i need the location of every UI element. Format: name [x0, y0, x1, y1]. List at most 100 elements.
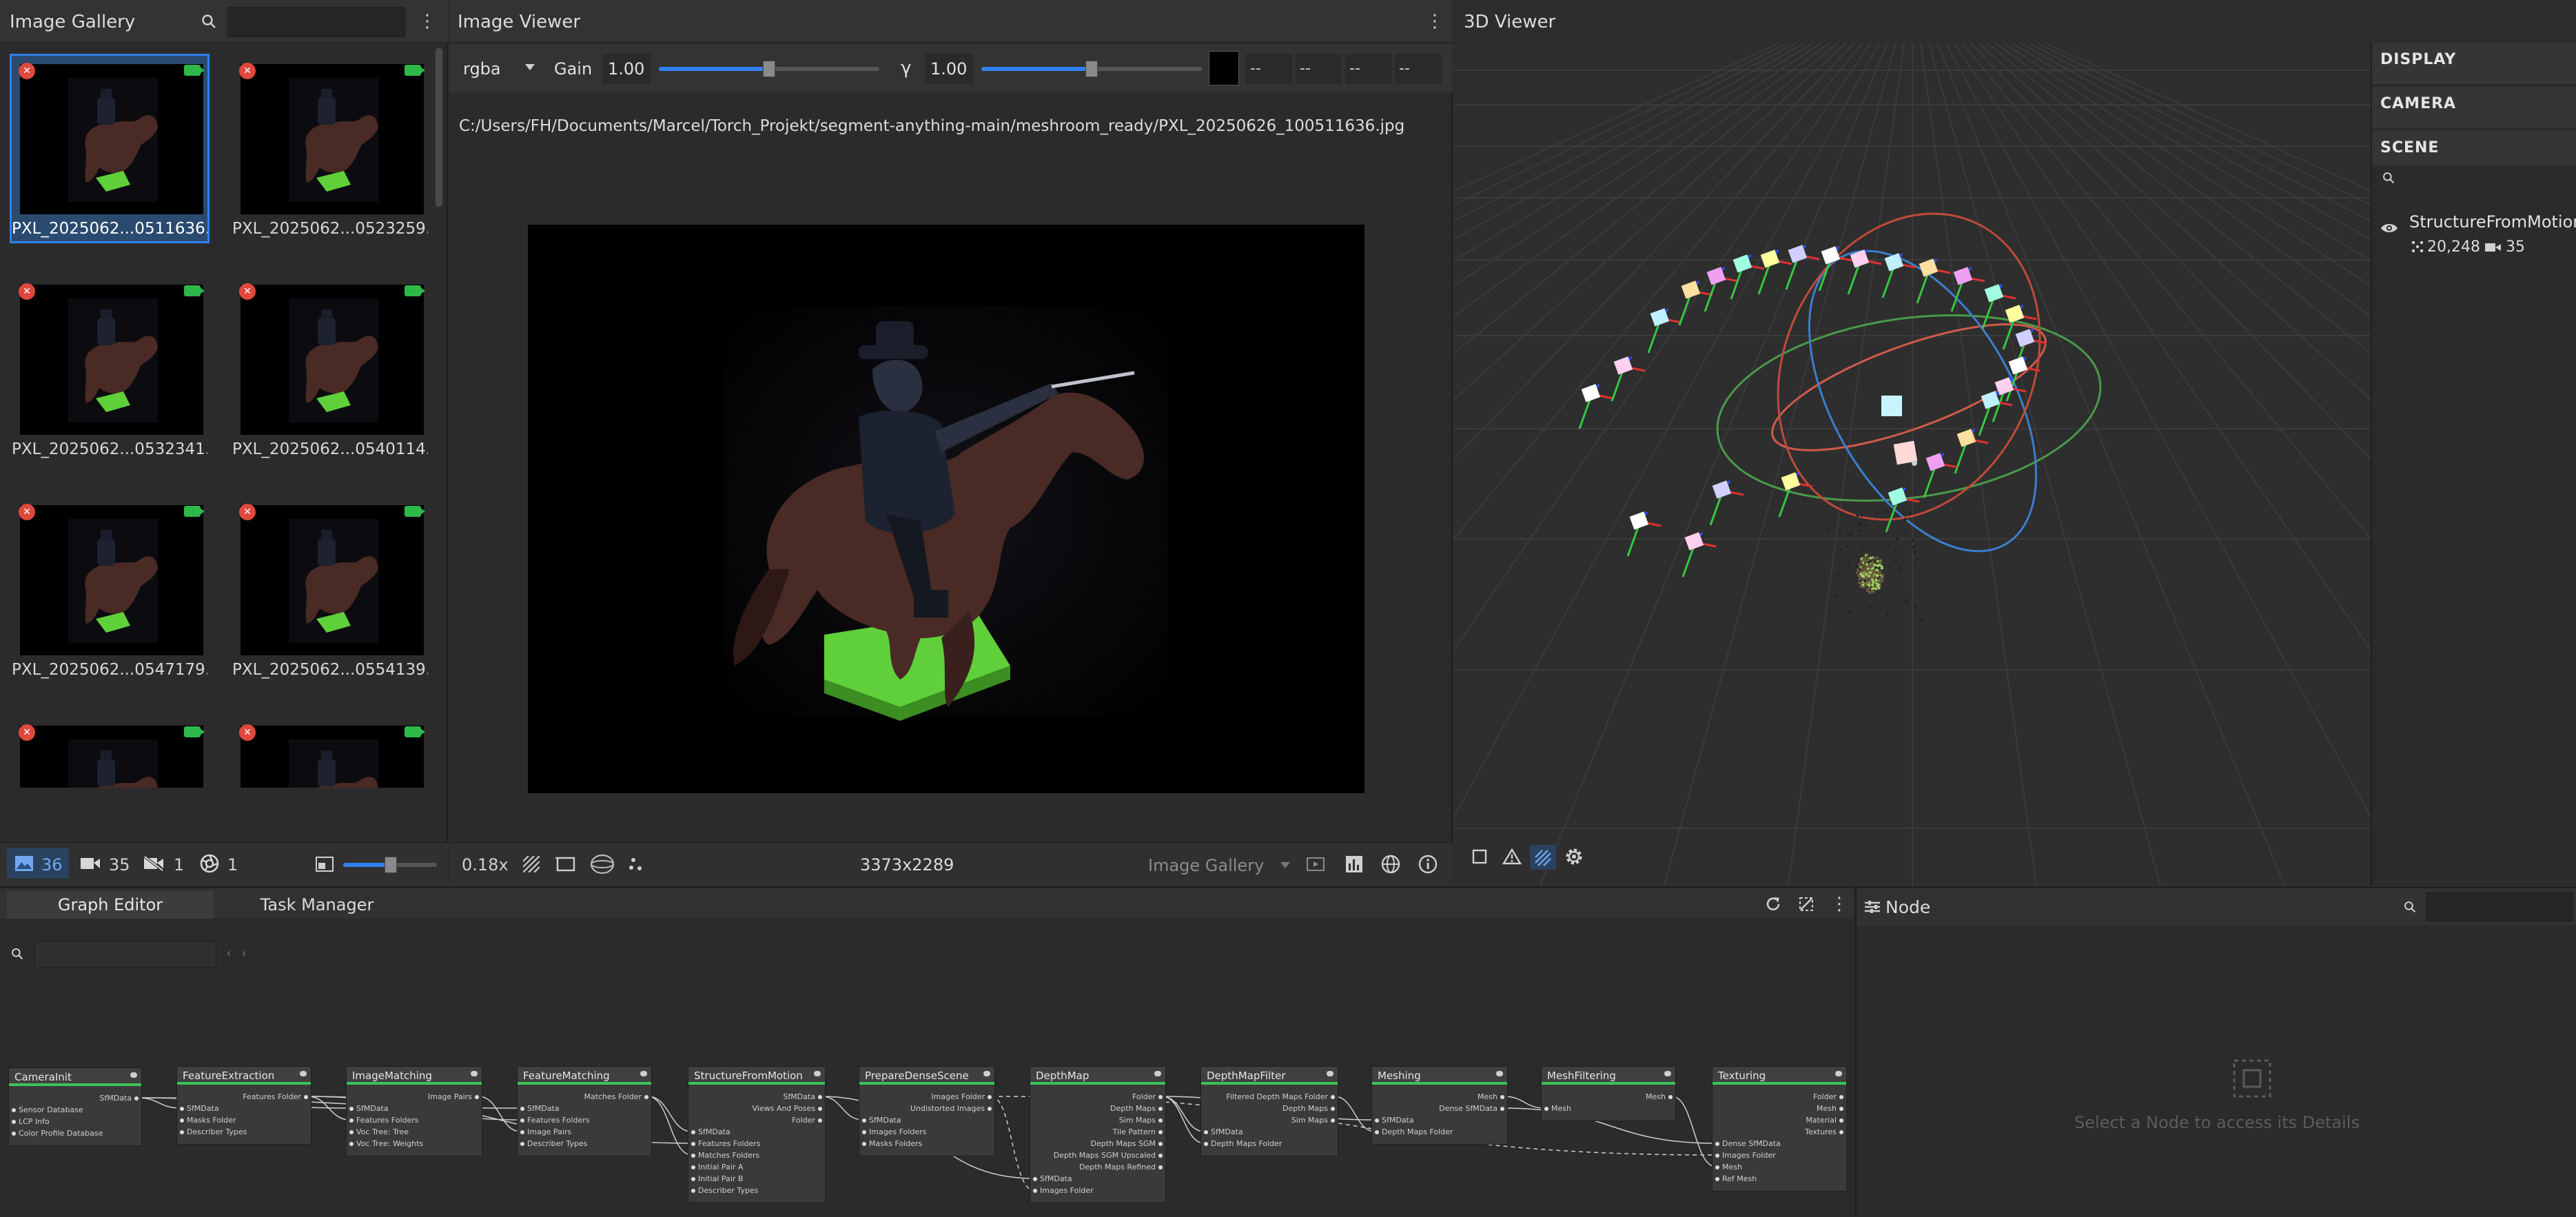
frame-icon[interactable]	[554, 854, 577, 875]
3d-viewport[interactable]	[1454, 43, 2371, 886]
slider-handle[interactable]	[385, 857, 397, 873]
node-input-port[interactable]: Features Folders	[698, 1138, 761, 1149]
grid-toggle-button[interactable]	[1530, 845, 1556, 870]
node-output-port[interactable]: Sim Maps	[1291, 1115, 1328, 1126]
graph-node[interactable]: Texturing Folder Mesh Material Textures Dense…	[1712, 1066, 1847, 1192]
node-input-port[interactable]: Images Folder	[1722, 1150, 1776, 1161]
node-output-port[interactable]: Material	[1806, 1115, 1837, 1126]
sequence-player-icon[interactable]	[1305, 854, 1326, 875]
node-input-port[interactable]: Depth Maps Folder	[1382, 1127, 1453, 1138]
node-input-port[interactable]: Sensor Database	[19, 1105, 83, 1116]
section-camera[interactable]: CAMERA	[2372, 87, 2576, 128]
tab-graph-editor[interactable]: Graph Editor	[7, 891, 214, 919]
node-input-port[interactable]: Ref Mesh	[1722, 1174, 1757, 1185]
node-menu-icon[interactable]	[300, 1071, 307, 1076]
node-input-port[interactable]: Describer Types	[187, 1127, 247, 1138]
graph-node[interactable]: FeatureMatching Matches Folder SfMData Feat…	[517, 1066, 652, 1156]
graph-node[interactable]: ImageMatching Image Pairs SfMData Features …	[346, 1066, 482, 1156]
thumbnail[interactable]: ✕ PXL_2025062...0523259.jpg	[230, 54, 430, 243]
graph-node[interactable]: StructureFromMotion SfMData Views And Pose…	[688, 1066, 826, 1203]
gallery-scrollbar[interactable]	[436, 48, 442, 207]
node-output-port[interactable]: SfMData	[99, 1093, 132, 1104]
node-canvas[interactable]: CameraInit SfMData Sensor Database LCP Info…	[0, 978, 1854, 1217]
previous-result-icon[interactable]: ‹	[222, 946, 236, 961]
node-input-port[interactable]: Masks Folder	[187, 1115, 236, 1126]
graph-node[interactable]: CameraInit SfMData Sensor Database LCP Info…	[8, 1067, 142, 1146]
gallery-search-input[interactable]	[227, 7, 405, 37]
more-vert-icon[interactable]: ⋮	[416, 10, 438, 33]
gamma-value-field[interactable]: 1.00	[925, 54, 973, 84]
node-input-port[interactable]: Voc Tree: Weights	[356, 1138, 423, 1149]
node-input-port[interactable]: SfMData	[187, 1103, 219, 1114]
graph-node[interactable]: FeatureExtraction Features Folder SfMData M…	[176, 1066, 311, 1145]
node-menu-icon[interactable]	[640, 1071, 647, 1076]
node-input-port[interactable]: Describer Types	[527, 1138, 587, 1149]
gamma-slider-handle[interactable]	[1085, 61, 1098, 77]
bounding-box-icon[interactable]	[1469, 846, 1490, 867]
globe-icon[interactable]	[1380, 853, 1402, 875]
node-output-port[interactable]: Sim Maps	[1119, 1115, 1156, 1126]
node-output-port[interactable]: Depth Maps SGM	[1091, 1138, 1156, 1149]
node-menu-icon[interactable]	[1664, 1071, 1671, 1076]
graph-node[interactable]: PrepareDenseScene Images Folder Undistorte…	[859, 1066, 995, 1156]
node-input-port[interactable]: Depth Maps Folder	[1211, 1138, 1282, 1149]
node-input-port[interactable]: Features Folders	[356, 1115, 419, 1126]
search-icon[interactable]	[10, 946, 25, 961]
node-search-input[interactable]	[2426, 892, 2573, 921]
no-camera-icon[interactable]	[142, 854, 165, 873]
node-output-port[interactable]: Depth Maps	[1282, 1103, 1328, 1114]
node-input-port[interactable]: Initial Pair B	[698, 1174, 743, 1185]
gain-value-field[interactable]: 1.00	[602, 54, 651, 84]
node-input-port[interactable]: SfMData	[356, 1103, 389, 1114]
node-input-port[interactable]: SfMData	[527, 1103, 560, 1114]
layout-toggle-icon[interactable]	[1796, 894, 1817, 914]
node-output-port[interactable]: Views And Poses	[752, 1103, 815, 1114]
node-input-port[interactable]: LCP Info	[19, 1116, 50, 1127]
search-icon[interactable]	[2401, 898, 2419, 916]
node-menu-icon[interactable]	[130, 1072, 137, 1078]
thumbnail[interactable]: ✕ PXL_2025062...0547179.jpg	[10, 495, 209, 684]
node-input-port[interactable]: Color Profile Database	[19, 1128, 103, 1139]
hatch-icon[interactable]	[521, 854, 542, 875]
node-menu-icon[interactable]	[814, 1071, 821, 1076]
warning-icon[interactable]	[1501, 846, 1523, 867]
graph-search-input[interactable]	[34, 941, 216, 968]
node-output-port[interactable]: Undistorted Images	[910, 1103, 985, 1114]
thumbnail[interactable]: ✕ PXL_2025062...0540114.jpg	[230, 274, 430, 464]
sphere-icon[interactable]	[589, 852, 616, 876]
node-menu-icon[interactable]	[471, 1071, 478, 1076]
node-output-port[interactable]: Folder	[792, 1115, 815, 1126]
node-output-port[interactable]: Image Pairs	[428, 1092, 472, 1103]
node-output-port[interactable]: Depth Maps	[1110, 1103, 1156, 1114]
node-menu-icon[interactable]	[1327, 1071, 1333, 1076]
channel-select[interactable]: rgba	[456, 54, 542, 83]
tab-task-manager[interactable]: Task Manager	[214, 891, 420, 919]
graph-node[interactable]: MeshFiltering Mesh Mesh	[1541, 1066, 1676, 1121]
node-input-port[interactable]: Describer Types	[698, 1185, 758, 1196]
aperture-icon[interactable]	[198, 853, 221, 874]
thumbnail-size-slider[interactable]	[343, 863, 437, 867]
gamma-slider[interactable]	[981, 67, 1202, 71]
node-output-port[interactable]: Features Folder	[243, 1092, 301, 1103]
thumbnail[interactable]: ✕PXL_2025062...0511636.jpg	[10, 54, 209, 243]
node-output-port[interactable]: Mesh	[1817, 1103, 1837, 1114]
node-output-port[interactable]: Folder	[1813, 1092, 1837, 1103]
node-input-port[interactable]: SfMData	[1040, 1174, 1072, 1185]
info-icon[interactable]	[1417, 853, 1439, 875]
section-scene[interactable]: SCENE	[2372, 131, 2576, 165]
histogram-icon[interactable]	[1344, 854, 1364, 875]
node-input-port[interactable]: Initial Pair A	[698, 1162, 743, 1173]
node-output-port[interactable]: Filtered Depth Maps Folder	[1226, 1092, 1328, 1103]
node-input-port[interactable]: Mesh	[1722, 1162, 1742, 1173]
node-input-port[interactable]: Images Folder	[1040, 1185, 1094, 1196]
feature-points-icon[interactable]	[626, 854, 646, 875]
graph-node[interactable]: DepthMap Folder Depth Maps Sim Maps Tile Pat…	[1030, 1066, 1166, 1203]
node-input-port[interactable]: Masks Folders	[869, 1138, 922, 1149]
node-input-port[interactable]: SfMData	[698, 1127, 730, 1138]
node-output-port[interactable]: Depth Maps SGM Upscaled	[1054, 1150, 1156, 1161]
node-output-port[interactable]: Mesh	[1646, 1092, 1666, 1103]
node-output-port[interactable]: Depth Maps Refined	[1079, 1162, 1156, 1173]
node-menu-icon[interactable]	[1835, 1071, 1842, 1076]
search-icon[interactable]	[2380, 170, 2397, 186]
graph-node[interactable]: DepthMapFilter Filtered Depth Maps Folder…	[1200, 1066, 1338, 1156]
